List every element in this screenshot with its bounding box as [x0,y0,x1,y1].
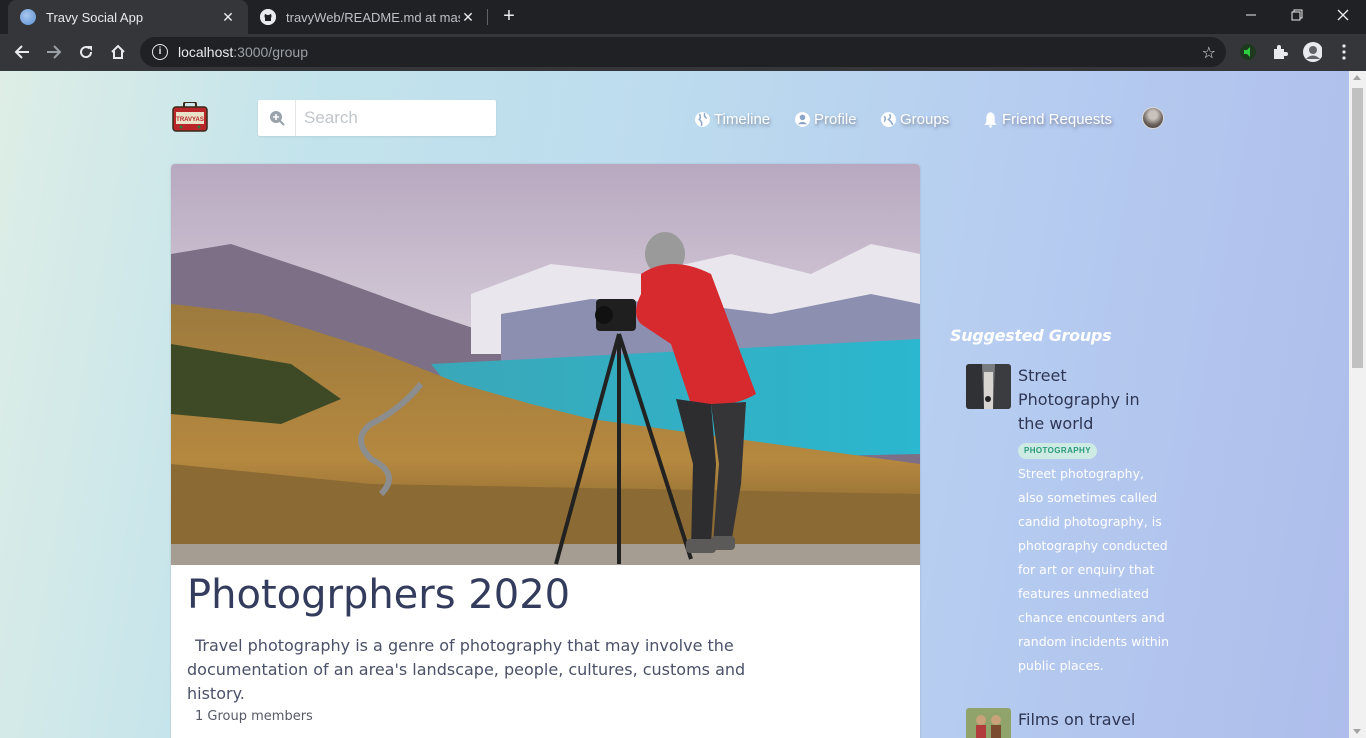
page-scrollbar[interactable] [1349,71,1366,738]
forward-button[interactable] [40,38,68,66]
tab-github-readme[interactable]: travyWeb/README.md at master ✕ [248,0,488,34]
nav-groups-label: Groups [900,110,950,128]
suggested-group-description: Street photography, also sometimes calle… [1018,466,1170,673]
close-window-button[interactable] [1320,0,1366,30]
github-icon [260,9,276,25]
scroll-down-arrow-icon[interactable] [1353,729,1361,734]
nav-profile-label: Profile [814,110,857,128]
search-input[interactable] [296,101,491,135]
close-tab-icon[interactable]: ✕ [220,9,236,26]
nav-timeline-label: Timeline [714,110,771,128]
nav-timeline[interactable]: Timeline [694,107,770,131]
nav-profile[interactable]: Profile [794,107,857,131]
scroll-up-arrow-icon[interactable] [1353,75,1361,80]
user-avatar[interactable] [1142,107,1164,129]
new-tab-button[interactable]: + [498,5,520,27]
globe-icon [20,9,36,25]
search-box [258,100,496,136]
browser-tab-bar: Travy Social App ✕ travyWeb/README.md at… [0,0,1366,34]
nav-friend-requests[interactable]: Friend Requests [982,107,1112,131]
url-host: localhost [178,44,234,60]
group-card: Photogrphers 2020 Travel photography is … [171,164,920,738]
site-info-icon[interactable]: i [152,44,168,60]
nav-friend-requests-label: Friend Requests [1002,110,1113,128]
suggested-group-thumbnail [966,708,1011,738]
audio-extension-icon[interactable] [1238,42,1258,62]
tab-title: travyWeb/README.md at master [286,9,460,25]
group-cover-image [171,164,920,565]
search-icon[interactable] [258,100,296,136]
bell-icon [984,111,997,128]
globe-group-icon [881,111,896,127]
page-viewport: TRAVYAS Timeline Profile Groups Friend R… [0,71,1349,738]
suggested-group-item[interactable]: Films on travel [966,708,1176,738]
suggested-groups-title: Suggested Groups [950,326,1112,345]
url-path: :3000/group [233,44,308,60]
user-icon [795,111,810,127]
nav-groups[interactable]: Groups [880,107,949,131]
reload-button[interactable] [72,38,100,66]
app-logo[interactable]: TRAVYAS [172,101,208,132]
back-button[interactable] [8,38,36,66]
profile-avatar-icon[interactable] [1302,42,1322,62]
tab-travy-social-app[interactable]: Travy Social App ✕ [8,0,248,34]
tab-title: Travy Social App [46,9,144,25]
minimize-button[interactable] [1228,0,1274,30]
suggested-group-item[interactable]: Street Photography in the world PHOTOGRA… [966,364,1176,684]
bookmark-star-icon[interactable]: ☆ [1202,43,1216,63]
browser-toolbar: i localhost:3000/group ☆ [0,34,1366,71]
group-description: Travel photography is a genre of photogr… [187,636,746,703]
globe-icon [695,111,710,127]
restore-button[interactable] [1274,0,1320,30]
close-tab-icon[interactable]: ✕ [460,9,476,26]
logo-text: TRAVYAS [176,117,204,123]
tab-separator [487,9,488,25]
category-tag: PHOTOGRAPHY [1018,443,1097,459]
home-button[interactable] [104,38,132,66]
suggested-group-name[interactable]: Street Photography in the world [1018,364,1168,436]
group-title: Photogrphers 2020 [187,572,571,618]
browser-menu-icon[interactable] [1334,42,1354,62]
group-members-count[interactable]: 1 Group members [195,709,313,724]
scrollbar-thumb[interactable] [1352,88,1363,368]
suggested-group-name[interactable]: Films on travel [1018,708,1168,732]
address-bar[interactable]: i localhost:3000/group ☆ [140,37,1226,67]
suggested-group-thumbnail [966,364,1011,409]
extensions-puzzle-icon[interactable] [1270,42,1290,62]
